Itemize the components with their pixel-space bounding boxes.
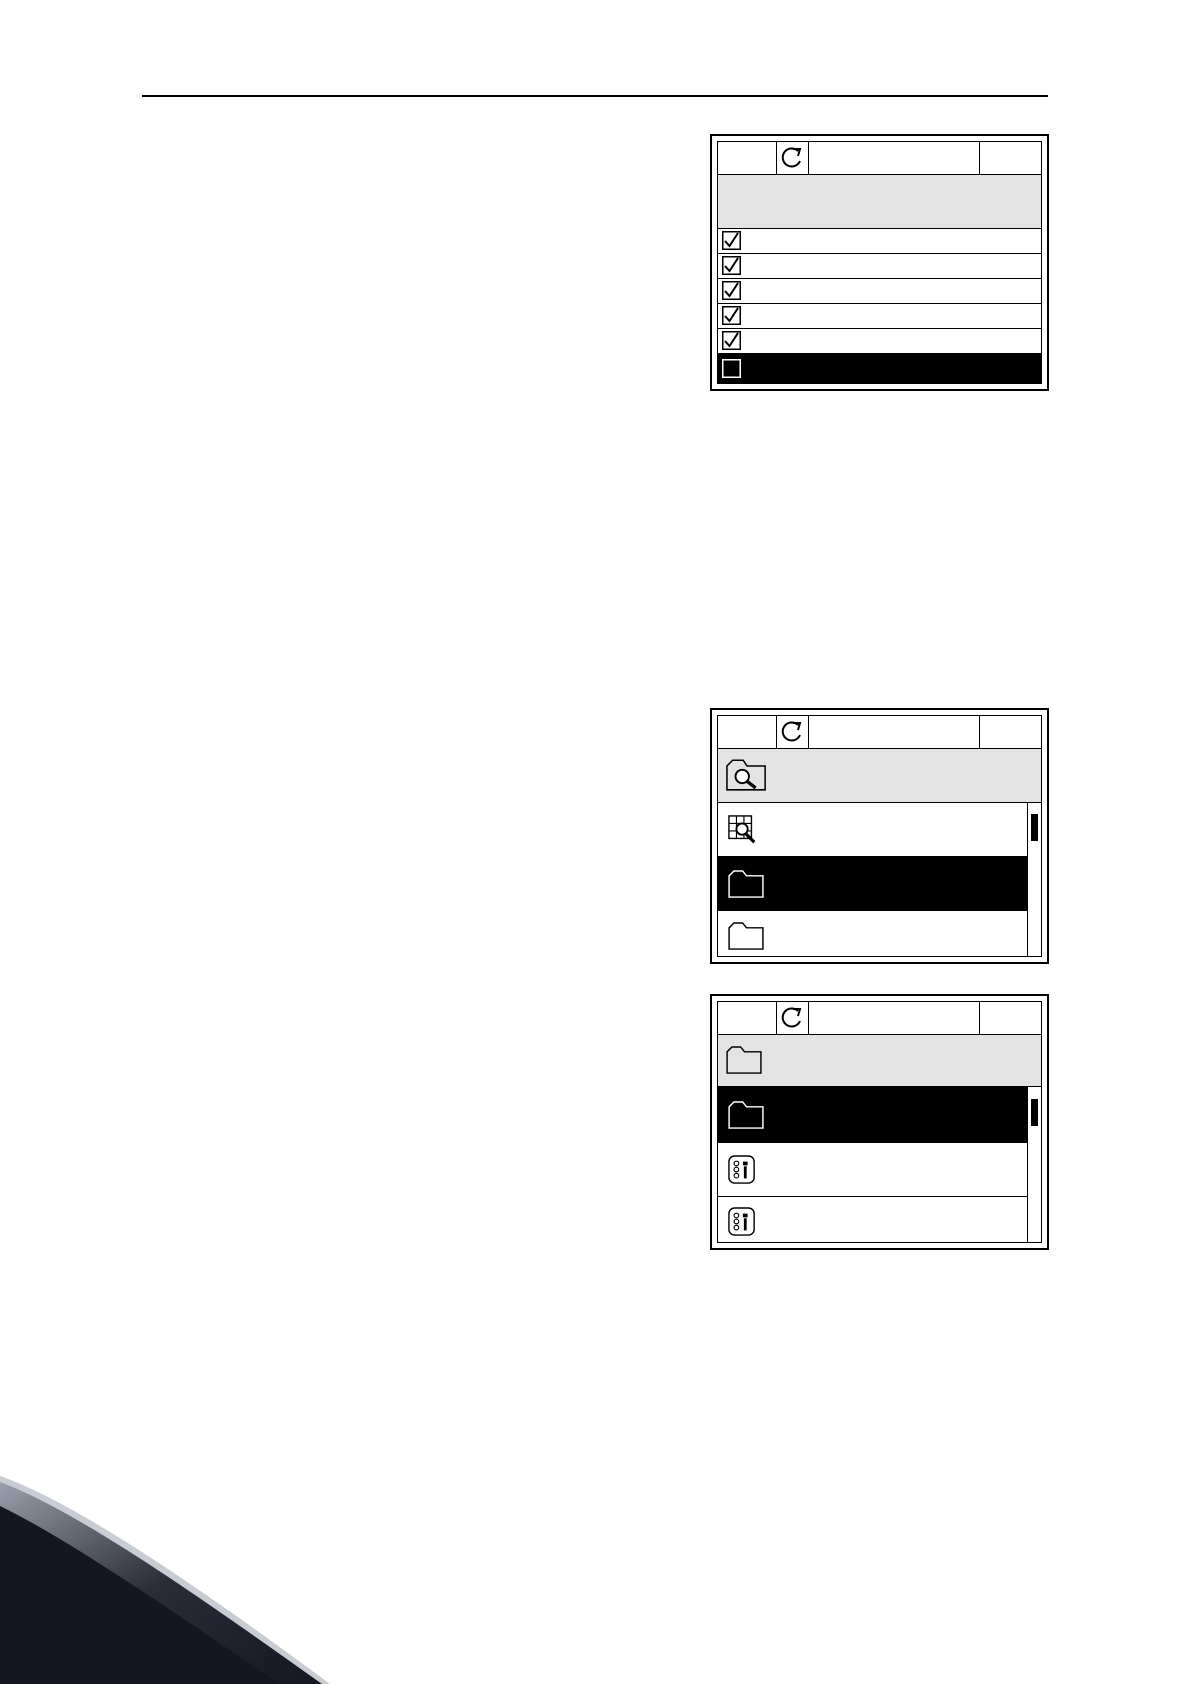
checklist-item-selected[interactable] bbox=[718, 354, 1041, 383]
page-title-bar bbox=[718, 1035, 1041, 1087]
checkbox-checked-icon[interactable] bbox=[722, 231, 741, 250]
checkbox-checked-icon[interactable] bbox=[722, 306, 741, 325]
scrollbar[interactable] bbox=[1027, 803, 1041, 956]
menu-item[interactable] bbox=[718, 1197, 1027, 1242]
checklist-item[interactable] bbox=[718, 229, 1041, 254]
status-bar bbox=[718, 716, 1041, 749]
parameter-icon bbox=[728, 1155, 755, 1184]
checklist-item[interactable] bbox=[718, 254, 1041, 279]
menu-item[interactable] bbox=[718, 1143, 1027, 1197]
header-rule bbox=[142, 95, 1048, 97]
folder-icon bbox=[726, 1046, 762, 1074]
menu-item-selected[interactable] bbox=[718, 1087, 1027, 1143]
scrollbar[interactable] bbox=[1027, 1087, 1041, 1242]
keypad-display-submenu bbox=[710, 994, 1049, 1250]
checkbox-checked-icon[interactable] bbox=[722, 281, 741, 300]
page-title-bar bbox=[718, 175, 1041, 229]
menu-item-selected[interactable] bbox=[718, 857, 1027, 911]
checklist-item[interactable] bbox=[718, 329, 1041, 354]
page-title-bar bbox=[718, 749, 1041, 803]
scrollbar-thumb[interactable] bbox=[1031, 1099, 1038, 1126]
status-bar bbox=[718, 142, 1041, 175]
checklist-item[interactable] bbox=[718, 279, 1041, 304]
folder-icon bbox=[728, 870, 764, 898]
corner-swoosh-decoration bbox=[0, 1476, 330, 1684]
checklist-item[interactable] bbox=[718, 304, 1041, 329]
keypad-display-checklist bbox=[710, 134, 1049, 391]
checkbox-checked-icon[interactable] bbox=[722, 256, 741, 275]
folder-icon bbox=[728, 1101, 764, 1129]
folder-search-icon bbox=[726, 759, 766, 791]
loop-arrow-icon bbox=[781, 147, 802, 168]
loop-arrow-icon bbox=[781, 721, 802, 742]
scrollbar-thumb[interactable] bbox=[1031, 814, 1038, 841]
checkbox-unchecked-icon[interactable] bbox=[722, 359, 741, 378]
loop-arrow-icon bbox=[781, 1007, 802, 1028]
menu-item[interactable] bbox=[718, 803, 1027, 857]
keypad-display-menu bbox=[710, 708, 1049, 964]
status-bar bbox=[718, 1002, 1041, 1035]
parameter-icon bbox=[728, 1207, 755, 1236]
menu-item[interactable] bbox=[718, 911, 1027, 956]
grid-search-icon bbox=[728, 815, 756, 844]
folder-icon bbox=[728, 922, 764, 950]
checkbox-checked-icon[interactable] bbox=[722, 331, 741, 350]
